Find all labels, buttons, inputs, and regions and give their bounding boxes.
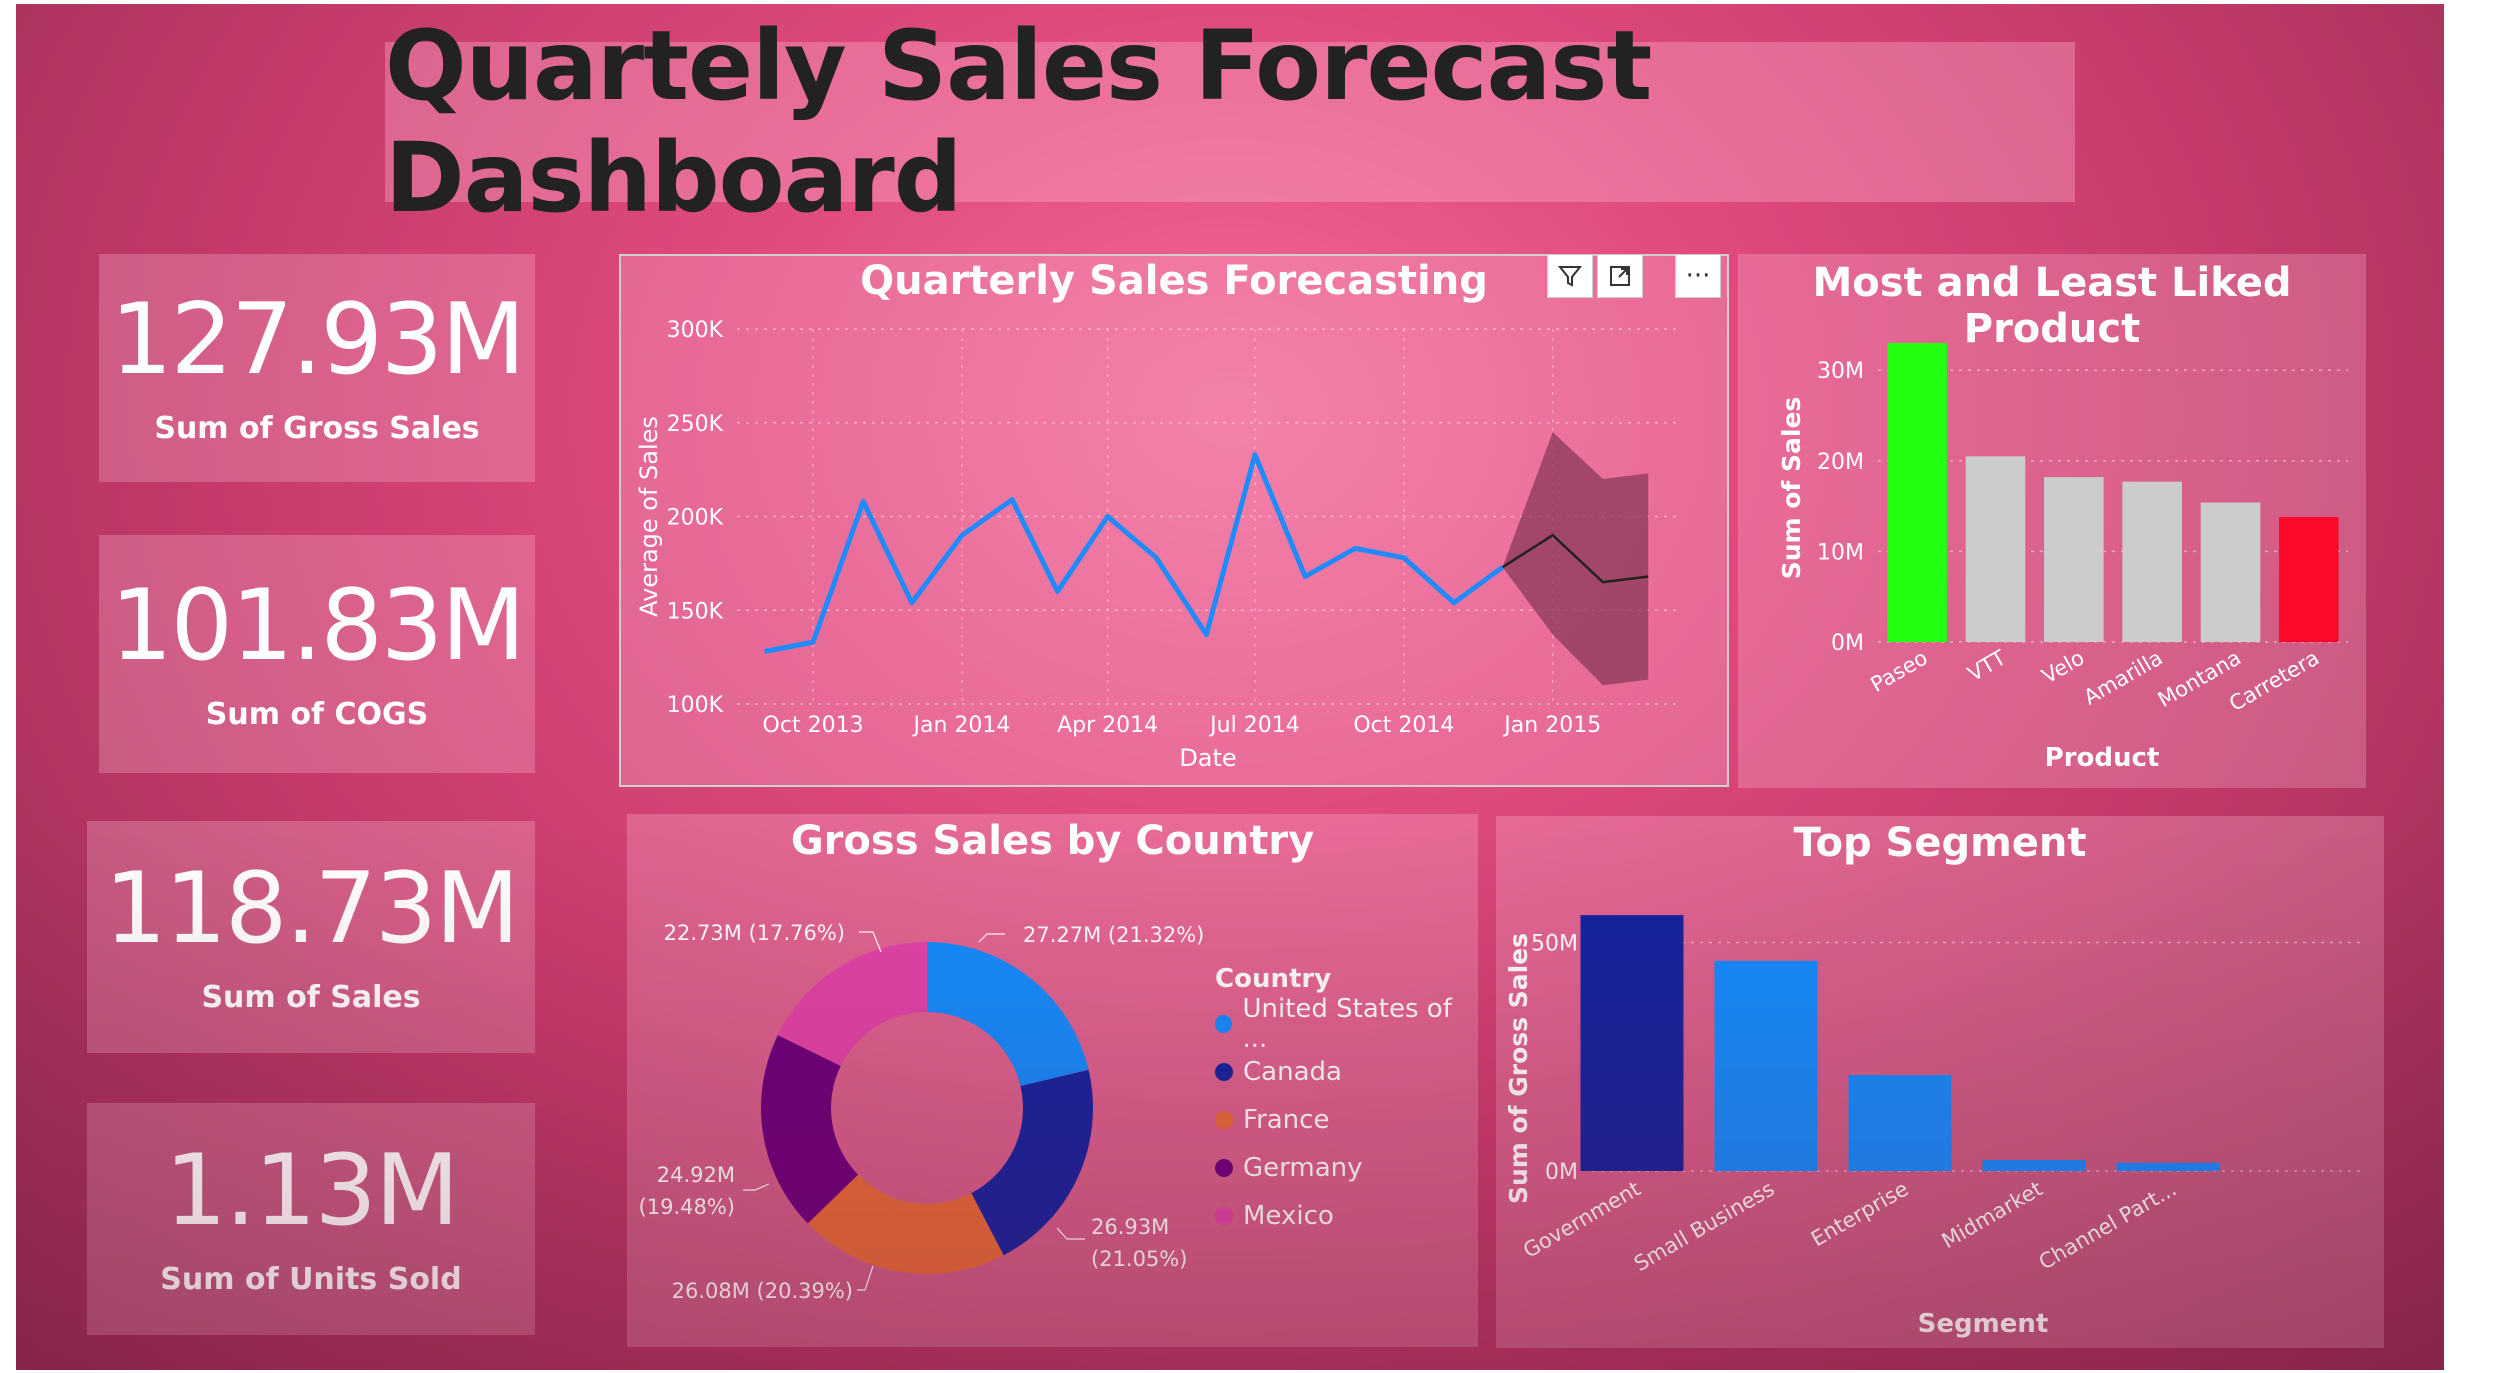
legend-dot: [1215, 1207, 1233, 1225]
product-bar: [2200, 502, 2261, 642]
more-options-glyph: ···: [1685, 261, 1711, 291]
product-bar: [2279, 516, 2339, 642]
x-tick-label: Carretera: [2225, 646, 2323, 717]
data-label: 24.92M: [657, 1163, 735, 1187]
more-options-icon[interactable]: ···: [1675, 254, 1721, 298]
data-label: 26.93M: [1091, 1215, 1169, 1239]
x-tick-label: Small Business: [1630, 1177, 1778, 1277]
leader-line: [859, 931, 882, 953]
product-chart-svg: 0M10M20M30MPaseo VTT VeloAmarillaMontanaCa…: [1777, 343, 2348, 773]
x-tick-label: Paseo: [1867, 646, 1932, 697]
x-tick-label: Government: [1519, 1177, 1644, 1263]
kpi-label: Sum of Units Sold: [160, 1261, 462, 1297]
segment-bar: [1982, 1160, 2086, 1171]
product-bar-visual[interactable]: Most and Least Liked Product 0M 10M 20M 30M…: [1738, 254, 2366, 788]
kpi-value: 1.13M: [164, 1133, 460, 1248]
kpi-card-gross-sales[interactable]: 127.93M Sum of Gross Sales: [99, 254, 535, 482]
product-bar: [1887, 343, 1947, 642]
x-axis-title: Product: [2045, 743, 2160, 773]
x-tick-label: Channel Part...: [2035, 1177, 2181, 1275]
segment-bar: [1580, 915, 1684, 1171]
x-tick-label: Velo: [2038, 646, 2088, 689]
x-axis-title: Segment: [1918, 1309, 2049, 1339]
legend-item-france[interactable]: France: [1215, 1096, 1478, 1144]
kpi-card-units-sold[interactable]: 1.13M Sum of Units Sold: [87, 1103, 535, 1335]
y-tick-label: 30M: [1817, 359, 1864, 384]
dashboard-canvas: Quartely Sales Forecast Dashboard 127.93…: [16, 4, 2444, 1370]
y-tick-label: 10M: [1817, 540, 1864, 565]
leader-line: [743, 1183, 770, 1191]
leader-line: [978, 933, 1005, 943]
y-tick-label: 20M: [1817, 450, 1864, 475]
x-tick-label: Amarilla: [2080, 646, 2167, 710]
data-label: 26.08M (20.39%): [672, 1279, 853, 1303]
dashboard-title-band: Quartely Sales Forecast Dashboard: [385, 10, 2075, 234]
focus-mode-icon-glyph: [1610, 266, 1630, 286]
leader-line: [857, 1265, 874, 1291]
visual-selection-frame: [619, 254, 1729, 787]
segment-chart-svg: 0M 50M GovernmentSmall Business Enterprise M…: [1504, 915, 2364, 1339]
x-tick-label: VTT: [1964, 645, 2010, 686]
segment-bar-visual[interactable]: Top Segment 0M 50M Government Small Busines…: [1496, 816, 2384, 1348]
country-legend: Country United States of ... Canada Fran…: [1215, 964, 1478, 1240]
leader-line: [1056, 1227, 1085, 1240]
kpi-label: Sum of Sales: [201, 979, 421, 1015]
kpi-value: 101.83M: [110, 568, 525, 683]
kpi-card-cogs[interactable]: 101.83M Sum of COGS: [99, 535, 535, 773]
segment-bar: [1848, 1075, 1952, 1171]
kpi-card-sales[interactable]: 118.73M Sum of Sales: [87, 821, 535, 1053]
kpi-label: Sum of COGS: [205, 696, 429, 732]
legend-item-mexico[interactable]: Mexico: [1215, 1192, 1478, 1240]
y-tick-label: 50M: [1531, 932, 1578, 957]
kpi-value: 127.93M: [110, 282, 525, 397]
product-bar: [2122, 481, 2182, 642]
donut-slice: [927, 942, 1089, 1086]
country-donut-visual[interactable]: Gross Sales by Country 27.27M (21.32%) 26…: [627, 814, 1478, 1347]
donut-slice: [971, 1069, 1093, 1256]
product-bar: [2044, 477, 2104, 642]
legend-label: United States of ...: [1242, 994, 1452, 1054]
y-tick-label: 0M: [1545, 1160, 1578, 1185]
kpi-label: Sum of Gross Sales: [154, 410, 480, 446]
legend-label: France: [1243, 1105, 1330, 1135]
y-axis-title: Sum of Gross Sales: [1504, 933, 1533, 1204]
legend-item-germany[interactable]: Germany: [1215, 1144, 1478, 1192]
kpi-value: 118.73M: [104, 851, 519, 966]
dashboard-title: Quartely Sales Forecast Dashboard: [385, 10, 1652, 234]
product-bar: [1965, 456, 2026, 642]
x-tick-label: Enterprise: [1807, 1177, 1913, 1252]
data-label: 22.73M (17.76%): [664, 921, 845, 945]
legend-label: Canada: [1243, 1057, 1342, 1087]
y-axis-title: Sum of Sales: [1777, 397, 1806, 580]
data-label: 27.27M (21.32%): [1023, 923, 1204, 947]
legend-dot: [1215, 1015, 1233, 1033]
filter-icon[interactable]: [1547, 254, 1593, 298]
legend-dot: [1215, 1159, 1233, 1177]
legend-dot: [1215, 1111, 1233, 1129]
data-label: (21.05%): [1091, 1247, 1187, 1271]
segment-bar: [1714, 960, 1818, 1171]
focus-mode-icon[interactable]: [1597, 254, 1643, 298]
y-tick-label: 0M: [1831, 631, 1864, 656]
legend-title: Country: [1215, 964, 1332, 994]
data-label: (19.48%): [639, 1195, 735, 1219]
segment-bar: [2116, 1162, 2220, 1171]
legend-item-canada[interactable]: Canada: [1215, 1048, 1478, 1096]
filter-icon-glyph: [1557, 266, 1583, 287]
legend-item-us[interactable]: United States of ...: [1215, 994, 1478, 1054]
legend-dot: [1215, 1063, 1233, 1081]
x-tick-label: Midmarket: [1938, 1177, 2047, 1254]
legend-label: Mexico: [1243, 1201, 1334, 1231]
legend-label: Germany: [1243, 1153, 1363, 1183]
